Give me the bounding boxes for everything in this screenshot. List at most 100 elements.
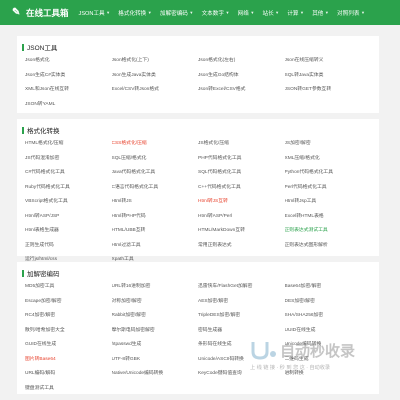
tool-link[interactable]: PHP代码格式化工具 bbox=[198, 152, 285, 167]
tool-link[interactable]: htpasswd生成 bbox=[112, 338, 199, 353]
tool-link[interactable]: Html转Jsp工具 bbox=[285, 195, 372, 210]
nav-item-label: 网络 bbox=[237, 10, 249, 17]
tool-link[interactable]: Html转JS bbox=[112, 195, 199, 210]
tool-link[interactable]: Ruby代码格式化工具 bbox=[25, 181, 112, 196]
tool-link[interactable]: RC4加密/解密 bbox=[25, 309, 112, 324]
section-title-text: 格式化转换 bbox=[27, 128, 60, 135]
tool-link[interactable]: Html表格生成器 bbox=[25, 224, 112, 239]
tool-link[interactable]: 正则生成代码 bbox=[25, 239, 112, 254]
tool-link[interactable]: Json格式化(左右) bbox=[198, 54, 285, 69]
tool-link[interactable]: C语言代码格式化工具 bbox=[112, 181, 199, 196]
tool-link[interactable]: UTF-8转GBK bbox=[112, 353, 199, 368]
caret-down-icon: ▼ bbox=[300, 10, 304, 15]
tool-link[interactable]: SQL代码格式化工具 bbox=[198, 166, 285, 181]
nav-item[interactable]: 其他 ▼ bbox=[312, 9, 329, 17]
tool-link[interactable]: XML和Json在线互转 bbox=[25, 83, 112, 98]
tool-link[interactable]: Perl代码格式化工具 bbox=[285, 181, 372, 196]
nav-item-label: 其他 bbox=[312, 10, 324, 17]
caret-down-icon: ▼ bbox=[275, 10, 280, 15]
tool-link[interactable]: C#代码格式化工具 bbox=[25, 166, 112, 181]
tool-link[interactable]: URL编码/解码 bbox=[25, 367, 112, 382]
caret-down-icon: ▼ bbox=[324, 10, 329, 15]
tool-link[interactable]: 图片转Base64 bbox=[25, 353, 112, 368]
tool-link[interactable]: XML压缩/格式化 bbox=[285, 152, 372, 167]
nav-item[interactable]: 计算 ▼ bbox=[287, 9, 304, 17]
tool-link[interactable]: Json在线压缩转义 bbox=[285, 54, 372, 69]
link-grid: Json格式化 Json格式化(上下) Json格式化(左右) Json在线压缩转义 J… bbox=[25, 54, 371, 112]
tool-link[interactable]: TripleDES加密/解密 bbox=[198, 309, 285, 324]
section-title-text: 加解密编码 bbox=[27, 271, 60, 278]
tool-link[interactable]: 正则表达式图形解析 bbox=[285, 239, 372, 254]
nav-item[interactable]: 格式化转换 ▼ bbox=[118, 9, 151, 17]
nav-item[interactable]: 站长 ▼ bbox=[262, 9, 279, 17]
tool-link[interactable]: Python代码格式化工具 bbox=[285, 166, 372, 181]
tool-link[interactable]: Excel/CSV转Json格式 bbox=[112, 83, 199, 98]
tool-link[interactable]: DES加密/解密 bbox=[285, 295, 372, 310]
tool-link[interactable]: MD5加密工具 bbox=[25, 280, 112, 295]
tool-link[interactable]: Escape加密/解密 bbox=[25, 295, 112, 310]
tool-link[interactable]: Base64加密/解密 bbox=[285, 280, 372, 295]
tool-link[interactable]: URL转16进制加密 bbox=[112, 280, 199, 295]
tool-link[interactable]: Json生成Java实体类 bbox=[112, 69, 199, 84]
tool-link[interactable]: 迅雷快车/FlashGet加解密 bbox=[198, 280, 285, 295]
tool-link[interactable]: Java代码格式化工具 bbox=[112, 166, 199, 181]
tool-link[interactable]: JS加密/解密 bbox=[285, 137, 372, 152]
tool-link[interactable]: Json生成Go结构体 bbox=[198, 69, 285, 84]
watermark-logo-icon bbox=[251, 342, 276, 360]
section-title: 格式化转换 bbox=[22, 125, 60, 135]
tool-link[interactable]: SQL转Java实体类 bbox=[285, 69, 372, 84]
tool-link[interactable]: Native/Unicode编码转换 bbox=[112, 367, 199, 382]
tool-link[interactable]: C++代码格式化工具 bbox=[198, 181, 285, 196]
tool-link[interactable]: HTML/MarkDown互转 bbox=[198, 224, 285, 239]
tool-link[interactable]: Json格式化 bbox=[25, 54, 112, 69]
section-title: 加解密编码 bbox=[22, 268, 60, 278]
nav-item[interactable]: 文本数字 ▼ bbox=[202, 9, 230, 17]
nav-item[interactable]: JSON工具 ▼ bbox=[79, 9, 111, 17]
tool-link[interactable]: HTML/UBB互转 bbox=[112, 224, 199, 239]
nav-item[interactable]: 加解密编码 ▼ bbox=[160, 9, 193, 17]
tool-link[interactable]: Html转PHP代码 bbox=[112, 210, 199, 225]
tool-link[interactable]: JSON转YAML bbox=[25, 98, 112, 113]
tool-link[interactable]: JS代码混淆加密 bbox=[25, 152, 112, 167]
tool-link[interactable]: CSS格式化/压缩 bbox=[112, 137, 199, 152]
nav-item-label: 站长 bbox=[262, 10, 274, 17]
tool-link[interactable]: Html转JS互转 bbox=[198, 195, 285, 210]
tool-link[interactable]: Excel转HTML表格 bbox=[285, 210, 372, 225]
tool-link[interactable]: Html过滤工具 bbox=[112, 239, 199, 254]
nav-item[interactable]: 网络 ▼ bbox=[238, 9, 255, 17]
tool-link[interactable]: Json生成C#实体类 bbox=[25, 69, 112, 84]
caret-down-icon: ▼ bbox=[225, 10, 230, 15]
tool-link[interactable]: HTML格式化/压缩 bbox=[25, 137, 112, 152]
main-nav: JSON工具 ▼ 格式化转换 ▼ 加解密编码 ▼ 文本数字 ▼ 网络 ▼ 站长 ▼ 计算 ▼ 其他 ▼ 对照列表… bbox=[79, 9, 374, 17]
tool-link[interactable]: 摩尔斯电码加密解密 bbox=[112, 324, 199, 339]
tool-link[interactable]: JS格式化/压缩 bbox=[198, 137, 285, 152]
tool-link[interactable]: 散列/哈希加密大全 bbox=[25, 324, 112, 339]
tool-link[interactable]: VBScript格式化工具 bbox=[25, 195, 112, 210]
section-accent-bar bbox=[22, 269, 24, 277]
tool-link[interactable]: Json格式化(上下) bbox=[112, 54, 199, 69]
tool-link[interactable]: 对称加密/解密 bbox=[112, 295, 199, 310]
section-title-text: JSON工具 bbox=[27, 45, 58, 52]
tool-link[interactable]: SQL压缩/格式化 bbox=[112, 152, 199, 167]
section-accent-bar bbox=[22, 43, 24, 51]
caret-down-icon: ▼ bbox=[106, 10, 111, 15]
tool-link[interactable]: GUID在线生成 bbox=[25, 338, 112, 353]
tool-link[interactable]: 常用正则表达式 bbox=[198, 239, 285, 254]
tool-link[interactable]: Html转ASP/JSP bbox=[25, 210, 112, 225]
tool-link[interactable]: Html转ASP/Perl bbox=[198, 210, 285, 225]
tool-link[interactable]: AES加密/解密 bbox=[198, 295, 285, 310]
tool-link[interactable]: 键盘测试工具 bbox=[25, 382, 112, 397]
tool-link[interactable]: Json转Excel/CSV格式 bbox=[198, 83, 285, 98]
watermark-subtitle: 上 线 链 接 · 秒 到 您 这 · 自动收录 bbox=[250, 365, 331, 371]
tool-link[interactable]: 正则表达式测试工具 bbox=[285, 224, 372, 239]
nav-item-label: 计算 bbox=[287, 10, 299, 17]
section-format-convert: 格式化转换 HTML格式化/压缩 CSS格式化/压缩 JS格式化/压缩 JS加密/解密… bbox=[17, 119, 379, 262]
tool-link[interactable]: Rabbit加密/解密 bbox=[112, 309, 199, 324]
nav-item-label: 加解密编码 bbox=[159, 10, 188, 17]
section-accent-bar bbox=[22, 126, 24, 134]
tool-link[interactable]: SHA/SHA256加密 bbox=[285, 309, 372, 324]
tool-link[interactable]: JSON转GET参数互转 bbox=[285, 83, 372, 98]
nav-item[interactable]: 对照列表 ▼ bbox=[337, 9, 365, 17]
top-navigation-bar: ✎ 在线工具箱 JSON工具 ▼ 格式化转换 ▼ 加解密编码 ▼ 文本数字 ▼ 网络 ▼ 站长 ▼ 计算… bbox=[0, 0, 400, 25]
site-logo[interactable]: ✎ 在线工具箱 bbox=[12, 7, 69, 19]
